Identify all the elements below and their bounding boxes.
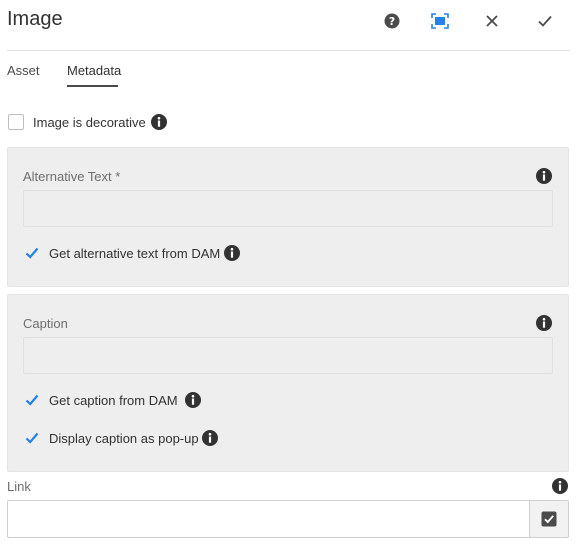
info-icon[interactable] — [536, 315, 552, 331]
caption-from-dam-checkbox[interactable] — [24, 392, 40, 408]
decorative-label: Image is decorative — [33, 115, 146, 130]
info-icon[interactable] — [185, 392, 201, 408]
help-icon: ? — [384, 13, 400, 29]
header-divider — [7, 50, 570, 51]
fullscreen-icon — [431, 13, 449, 29]
alt-text-input[interactable] — [23, 190, 553, 227]
checkmark-icon — [25, 247, 39, 259]
close-icon — [486, 15, 498, 27]
svg-text:?: ? — [389, 15, 395, 28]
fullscreen-button[interactable] — [428, 9, 452, 33]
close-button[interactable] — [480, 9, 504, 33]
tab-active-indicator — [67, 85, 118, 87]
checkmark-icon — [25, 432, 39, 444]
link-label: Link — [7, 479, 31, 494]
caption-label: Caption — [23, 316, 68, 331]
info-icon[interactable] — [151, 114, 167, 130]
dialog-title: Image — [7, 8, 63, 30]
caption-input[interactable] — [23, 337, 553, 374]
checkmark-icon — [538, 15, 552, 27]
link-input[interactable] — [7, 500, 529, 538]
alt-text-label: Alternative Text * — [23, 169, 121, 184]
info-icon[interactable] — [224, 245, 240, 261]
checkmark-icon — [25, 394, 39, 406]
caption-from-dam-label: Get caption from DAM — [49, 393, 178, 408]
decorative-checkbox[interactable] — [8, 114, 24, 130]
alt-from-dam-label: Get alternative text from DAM — [49, 246, 221, 261]
alt-from-dam-checkbox[interactable] — [24, 245, 40, 261]
caption-popup-checkbox[interactable] — [24, 430, 40, 446]
info-icon[interactable] — [552, 478, 568, 494]
tab-asset[interactable]: Asset — [7, 63, 40, 78]
info-icon[interactable] — [536, 168, 552, 184]
help-button[interactable]: ? — [380, 9, 404, 33]
done-button[interactable] — [533, 9, 557, 33]
caption-popup-label: Display caption as pop-up — [49, 431, 199, 446]
tab-metadata[interactable]: Metadata — [67, 63, 121, 78]
info-icon[interactable] — [202, 430, 218, 446]
link-picker-button[interactable] — [529, 500, 569, 538]
select-checkbox-icon — [541, 511, 557, 527]
